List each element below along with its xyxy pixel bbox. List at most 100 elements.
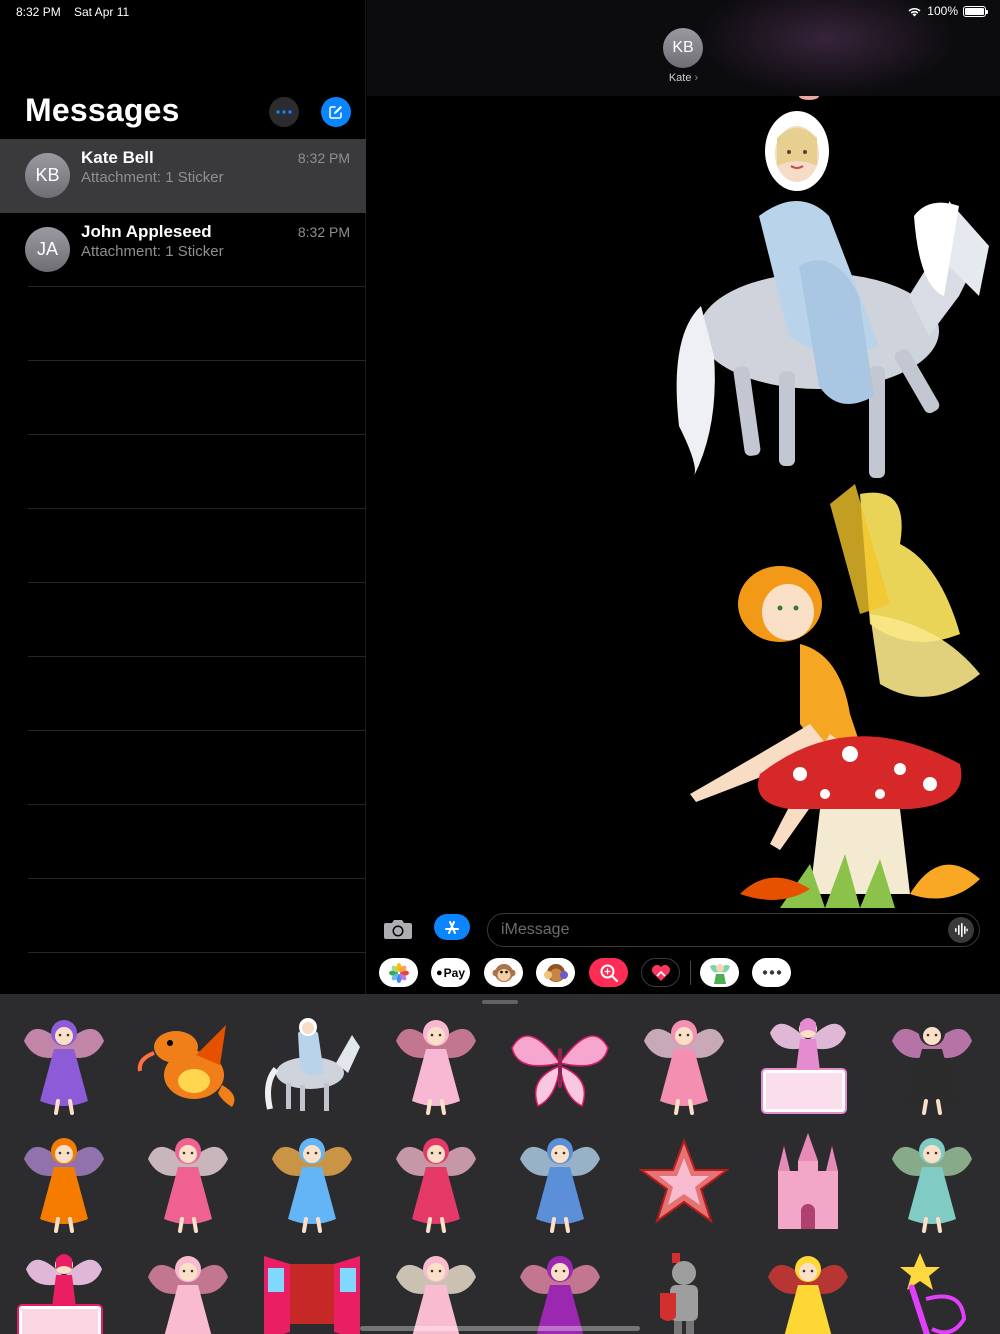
audio-message-button[interactable] — [948, 917, 974, 943]
sticker-illustration — [639, 1138, 729, 1224]
page-title: Messages — [25, 92, 180, 128]
conversation-name: Kate Bell — [81, 148, 154, 167]
conversation-preview: Attachment: 1 Sticker — [81, 243, 224, 260]
sticker-illustration — [644, 1020, 724, 1115]
sticker-pink-castle[interactable] — [746, 1126, 870, 1236]
app-strip: ● Pay — [367, 956, 1000, 990]
fairy-sticker-app-button[interactable] — [700, 958, 739, 987]
empty-row — [0, 731, 366, 805]
digital-touch-app-button[interactable] — [641, 958, 680, 987]
sticker-illustration — [892, 1138, 972, 1233]
status-time: 8:32 PM — [16, 5, 61, 19]
photos-app-button[interactable] — [379, 958, 418, 987]
sticker-orange-haired-fairy[interactable] — [2, 1126, 126, 1236]
sticker-illustration — [396, 1020, 476, 1115]
sticker-purple-haired-fairy[interactable] — [498, 1244, 622, 1334]
memoji-app-button[interactable] — [536, 958, 575, 987]
sticker-illustration — [272, 1138, 352, 1233]
sticker-illustration — [892, 1020, 972, 1115]
conversation-preview: Attachment: 1 Sticker — [81, 169, 224, 186]
more-apps-button[interactable] — [752, 958, 791, 987]
sticker-pink-butterfly[interactable] — [498, 1008, 622, 1118]
sticker-illustration — [137, 1025, 235, 1107]
sticker-illustration — [778, 1133, 838, 1229]
sticker-pink-star[interactable] — [622, 1126, 746, 1236]
compose-icon — [329, 106, 342, 119]
home-indicator[interactable] — [360, 1326, 640, 1331]
sticker-illustration — [520, 1256, 600, 1334]
image-search-icon — [600, 964, 618, 982]
sticker-illustration — [264, 1256, 360, 1334]
camera-icon[interactable] — [383, 918, 413, 940]
sticker-pink-gown[interactable] — [374, 1008, 498, 1118]
avatar: KB — [25, 153, 70, 198]
sticker-ballerina-fairy[interactable] — [126, 1126, 250, 1236]
conversation-row-john-appleseed[interactable]: JA John Appleseed Attachment: 1 Sticker … — [0, 213, 366, 287]
sticker-pink-sitting-fairy[interactable] — [622, 1008, 746, 1118]
conversation-name: John Appleseed — [81, 222, 212, 241]
sticker-knight[interactable] — [622, 1244, 746, 1334]
sticker-illustration — [24, 1138, 104, 1233]
chevron-right-icon: › — [694, 72, 699, 84]
sticker-illustration — [520, 1138, 600, 1233]
imessage-input[interactable] — [487, 913, 980, 947]
battery-fill — [965, 7, 984, 15]
strip-divider — [690, 961, 691, 985]
sticker-illustration — [900, 1253, 967, 1334]
sticker-princess-on-horse[interactable] — [659, 96, 989, 484]
animoji-icon — [492, 963, 515, 982]
sticker-magic-wand[interactable] — [870, 1244, 994, 1334]
more-options-button[interactable] — [269, 97, 299, 127]
sticker-yellow-fairy[interactable] — [746, 1244, 870, 1334]
status-right: 100% — [907, 4, 988, 18]
sticker-blue-angel[interactable] — [250, 1126, 374, 1236]
sticker-illustration — [265, 1018, 360, 1111]
compose-button[interactable] — [321, 97, 351, 127]
sticker-fairy-with-bunny[interactable] — [2, 1244, 126, 1334]
apple-pay-app-button[interactable]: ● Pay — [431, 958, 470, 987]
battery-percent: 100% — [927, 4, 958, 18]
conversation-row-kate-bell[interactable]: KB Kate Bell Attachment: 1 Sticker 8:32 … — [0, 139, 366, 213]
contact-name[interactable]: Kate › — [367, 72, 1000, 84]
empty-row — [0, 805, 366, 879]
contact-avatar[interactable]: KB — [663, 28, 703, 68]
app-store-button[interactable] — [434, 914, 470, 940]
sticker-tutu-fairy[interactable] — [374, 1244, 498, 1334]
sticker-blue-dress-princess[interactable] — [498, 1126, 622, 1236]
digital-touch-icon — [651, 964, 670, 981]
sticker-red-dress-princess[interactable] — [374, 1126, 498, 1236]
image-search-app-button[interactable] — [589, 958, 628, 987]
sidebar: Messages KB Kate Bell Attachment: 1 Stic… — [0, 0, 366, 994]
sticker-illustration — [768, 1256, 848, 1334]
sticker-black-pink-fairy[interactable] — [870, 1008, 994, 1118]
empty-row — [0, 361, 366, 435]
status-bar: 8:32 PM Sat Apr 11 100% — [0, 0, 1000, 24]
animoji-app-button[interactable] — [484, 958, 523, 987]
empty-row — [0, 657, 366, 731]
wifi-icon — [908, 7, 921, 16]
empty-row — [0, 583, 366, 657]
sticker-drawer — [0, 994, 1000, 1334]
sticker-illustration — [148, 1256, 228, 1334]
conversation-time: 8:32 PM — [297, 224, 350, 240]
sticker-pink-princess[interactable] — [126, 1244, 250, 1334]
apple-pay-label: Pay — [443, 965, 465, 980]
sticker-orange-dragon[interactable] — [126, 1008, 250, 1118]
sticker-purple-fairy[interactable] — [2, 1008, 126, 1118]
sticker-illustration — [660, 1253, 698, 1334]
sticker-fairy-on-mushroom[interactable] — [680, 484, 990, 908]
battery-icon — [963, 5, 988, 17]
sticker-pink-window[interactable] — [250, 1244, 374, 1334]
sticker-illustration — [396, 1256, 476, 1334]
sticker-fairy-with-sign[interactable] — [746, 1008, 870, 1118]
sticker-illustration — [24, 1020, 104, 1115]
sticker-illustration — [761, 1018, 847, 1114]
sticker-princess-on-horse[interactable] — [250, 1008, 374, 1118]
sticker-green-fairy[interactable] — [870, 1126, 994, 1236]
empty-row — [0, 287, 366, 361]
drawer-grab-handle[interactable] — [482, 1000, 518, 1004]
ellipsis-icon — [276, 110, 292, 114]
empty-row — [0, 509, 366, 583]
conversation-pane: KB Kate › iMessage ● Pay — [367, 0, 1000, 994]
app-store-icon — [445, 921, 459, 934]
